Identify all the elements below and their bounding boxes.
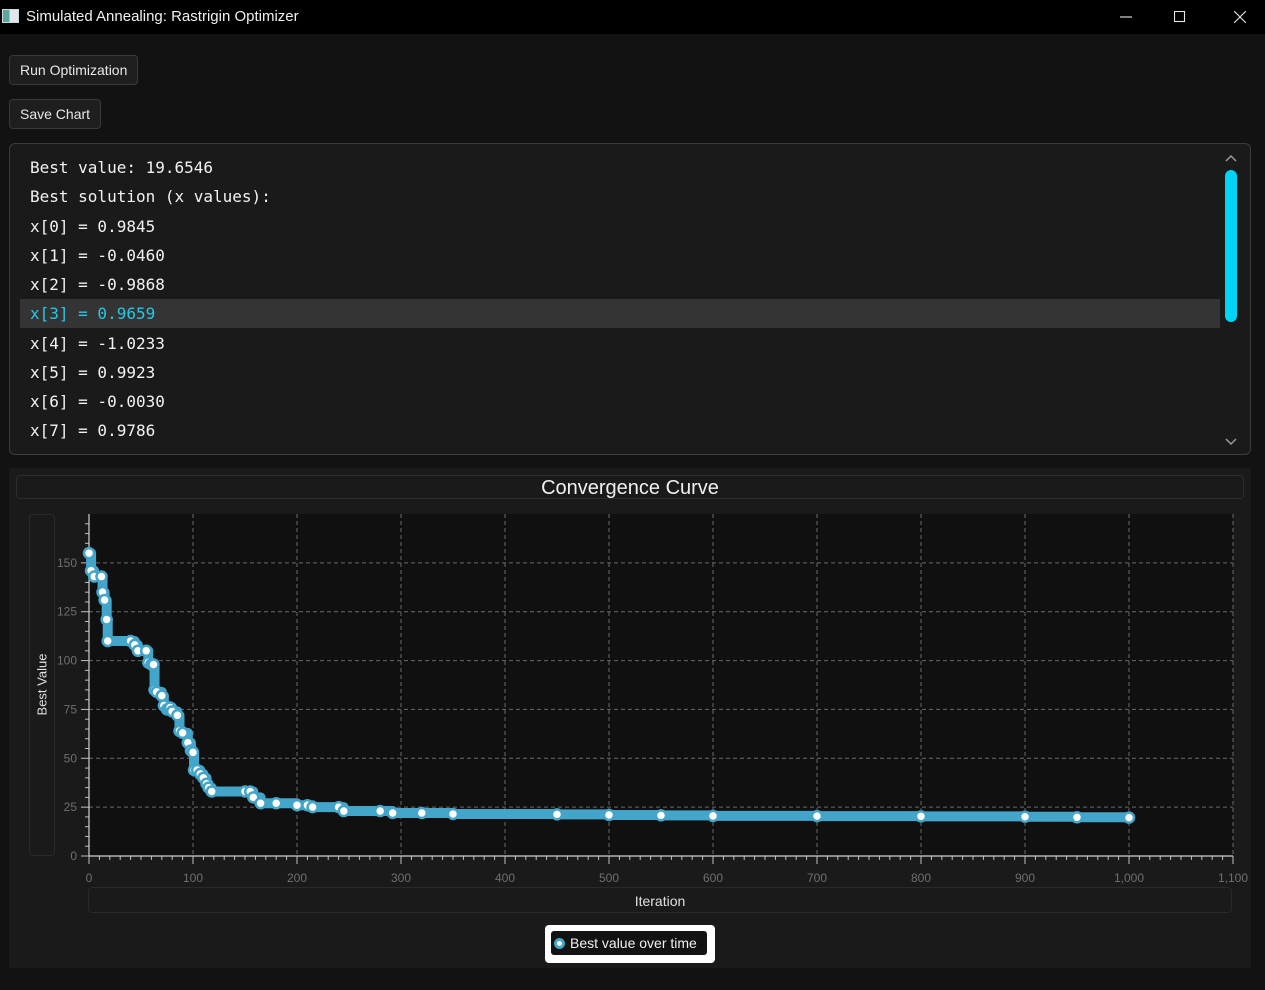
- data-point: [269, 796, 283, 810]
- data-point: [98, 593, 111, 607]
- data-point: [1018, 810, 1032, 823]
- close-button[interactable]: [1211, 0, 1265, 34]
- data-point: [914, 810, 928, 823]
- data-point: [139, 644, 153, 658]
- chart-panel: Convergence Curve Best Value 0 100 200 300 4…: [9, 468, 1251, 968]
- output-line: x[4] = -1.0233: [30, 334, 165, 353]
- y-tick-label: 50: [64, 751, 78, 765]
- data-point: [290, 798, 304, 812]
- data-point: [446, 807, 460, 821]
- window-title: Simulated Annealing: Rastrigin Optimizer: [26, 8, 299, 25]
- maximize-button[interactable]: [1151, 0, 1209, 34]
- x-tick-label: 0: [86, 871, 93, 885]
- data-point: [1122, 811, 1136, 824]
- data-point: [386, 806, 399, 820]
- title-bar: Simulated Annealing: Rastrigin Optimizer: [0, 0, 1265, 34]
- y-tick-label: 75: [64, 702, 78, 716]
- x-tick-label: 300: [391, 871, 411, 885]
- convergence-chart[interactable]: 0 100 200 300 400 500 600 700 800 900 1,000 1,100 0 2…: [9, 468, 1251, 888]
- x-tick-label: 100: [183, 871, 203, 885]
- x-tick-label: 1,000: [1114, 871, 1144, 885]
- data-point: [415, 806, 429, 820]
- app-icon: [2, 9, 19, 23]
- data-point: [373, 804, 387, 818]
- x-tick-label: 900: [1015, 871, 1035, 885]
- minimize-button[interactable]: [1097, 0, 1155, 34]
- data-point: [171, 709, 184, 722]
- data-point: [155, 689, 169, 702]
- x-tick-label: 600: [703, 871, 723, 885]
- data-point: [654, 809, 668, 822]
- data-point: [176, 726, 189, 740]
- output-line-selected: x[3] = 0.9659: [20, 299, 1220, 328]
- output-line: x[6] = -0.0030: [30, 392, 165, 411]
- vertical-scrollbar[interactable]: [1223, 152, 1239, 448]
- output-line: x[1] = -0.0460: [30, 246, 165, 265]
- y-tick-label: 0: [70, 849, 77, 863]
- data-point: [186, 746, 200, 759]
- data-point: [706, 809, 720, 823]
- scroll-up-icon[interactable]: [1223, 152, 1239, 164]
- data-point: [147, 658, 160, 671]
- scroll-thumb[interactable]: [1225, 170, 1237, 322]
- data-point: [550, 808, 564, 821]
- data-point: [306, 800, 319, 814]
- data-point: [101, 634, 114, 648]
- legend-marker-icon: [554, 937, 565, 949]
- y-tick-label: 100: [57, 654, 77, 668]
- save-chart-button[interactable]: Save Chart: [9, 99, 102, 129]
- minimize-icon: [1120, 16, 1132, 18]
- data-point: [205, 785, 218, 798]
- data-point: [95, 570, 108, 583]
- x-tick-label: 800: [911, 871, 931, 885]
- data-point: [602, 808, 616, 822]
- x-tick-label: 1,100: [1218, 871, 1248, 885]
- results-output[interactable]: Best value: 19.6546 Best solution (x val…: [9, 143, 1251, 455]
- output-line: x[0] = 0.9845: [30, 217, 156, 236]
- x-tick-label: 200: [287, 871, 307, 885]
- scroll-down-icon[interactable]: [1223, 436, 1239, 448]
- output-line: Best solution (x values):: [30, 187, 271, 206]
- x-tick-label: 500: [599, 871, 619, 885]
- y-tick-label: 150: [57, 556, 77, 570]
- data-point: [337, 804, 351, 818]
- data-point: [82, 546, 96, 560]
- y-tick-label: 125: [57, 605, 77, 619]
- data-point: [810, 809, 824, 823]
- output-line: x[2] = -0.9868: [30, 275, 165, 294]
- x-tick-label: 400: [495, 871, 515, 885]
- data-point: [254, 796, 267, 810]
- x-tick-label: 700: [807, 871, 827, 885]
- output-line: x[7] = 0.9786: [30, 421, 156, 440]
- legend[interactable]: Best value over time: [545, 925, 715, 963]
- run-optimization-button[interactable]: Run Optimization: [9, 55, 139, 85]
- legend-label: Best value over time: [570, 935, 697, 951]
- x-axis-label: Iteration: [88, 887, 1232, 913]
- y-tick-label: 25: [64, 800, 78, 814]
- data-point: [1070, 811, 1084, 824]
- maximize-icon: [1174, 11, 1186, 23]
- output-line: x[5] = 0.9923: [30, 363, 156, 382]
- output-line: Best value: 19.6546: [30, 158, 214, 177]
- data-point: [100, 613, 113, 626]
- close-icon: [1234, 11, 1246, 23]
